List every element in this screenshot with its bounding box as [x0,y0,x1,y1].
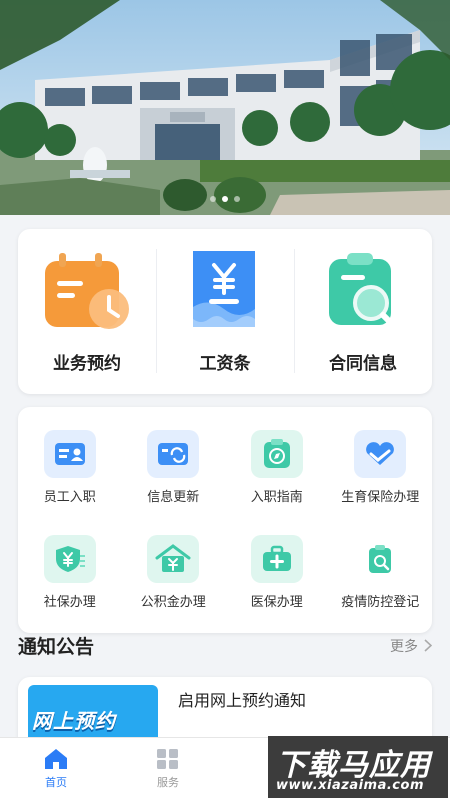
carousel-dot[interactable] [210,196,216,202]
house-yen-icon [147,535,200,583]
tab-services[interactable]: 服务 [112,738,224,800]
watermark-logo: 下载马应用 www.xiazaima.com [268,736,448,798]
services-grid: 员工入职 信息更新 入职指南 生育保险办理 社保办理 公积金办理 医保办理 疫情… [18,407,432,633]
service-onboarding-guide[interactable]: 入职指南 [225,415,329,520]
id-card-icon [43,430,96,478]
banner-carousel[interactable] [0,0,450,215]
notice-section-title: 通知公告 [18,636,95,658]
service-label: 公积金办理 [140,595,206,610]
heart-hand-icon [354,430,407,478]
chevron-right-icon [424,639,432,652]
refresh-card-icon [147,430,200,478]
notice-header: 通知公告 更多 [18,632,432,659]
service-label: 员工入职 [43,490,96,505]
quick-action-label: 工资条 [199,354,251,374]
carousel-dot-active[interactable] [222,196,228,202]
banner-image [0,0,450,215]
tab-home-label: 首页 [45,776,67,789]
salary-receipt-icon [193,251,255,327]
more-label: 更多 [390,638,418,655]
grid-icon [157,749,178,769]
quick-action-appointment[interactable]: 业务预约 [18,229,156,394]
service-info-update[interactable]: 信息更新 [122,415,226,520]
carousel-dots [0,196,450,202]
service-medical-insurance[interactable]: 医保办理 [225,520,329,625]
more-link[interactable]: 更多 [390,636,432,656]
service-label: 疫情防控登记 [341,595,420,610]
medical-kit-icon [250,535,303,583]
service-label: 信息更新 [147,490,200,505]
quick-actions-card: 业务预约 工资条 合同信息 [18,229,432,394]
shield-yen-icon [43,535,96,583]
calendar-clock-icon [45,253,129,329]
quick-action-contract[interactable]: 合同信息 [294,229,432,394]
watermark-url: www.xiazaima.com [276,778,424,793]
carousel-dot[interactable] [234,196,240,202]
compass-icon [250,430,303,478]
quick-action-label: 业务预约 [53,354,121,374]
service-label: 生育保险办理 [341,490,420,505]
service-label: 医保办理 [250,595,303,610]
notice-thumbnail-text: 网上预约 [32,709,116,733]
clipboard-search-icon [329,253,398,330]
quick-action-payslip[interactable]: 工资条 [156,229,294,394]
service-maternity-insurance[interactable]: 生育保险办理 [329,415,433,520]
service-employee-onboarding[interactable]: 员工入职 [18,415,122,520]
service-housing-fund[interactable]: 公积金办理 [122,520,226,625]
tab-services-label: 服务 [157,776,179,789]
service-epidemic-registration[interactable]: 疫情防控登记 [329,520,433,625]
clipboard-search-icon [354,535,406,583]
notice-item-title: 启用网上预约通知 [178,691,307,710]
tab-home[interactable]: 首页 [0,738,112,800]
service-label: 入职指南 [250,490,303,505]
home-icon [45,749,67,769]
service-social-security[interactable]: 社保办理 [18,520,122,625]
quick-action-label: 合同信息 [329,354,397,374]
service-label: 社保办理 [43,595,96,610]
